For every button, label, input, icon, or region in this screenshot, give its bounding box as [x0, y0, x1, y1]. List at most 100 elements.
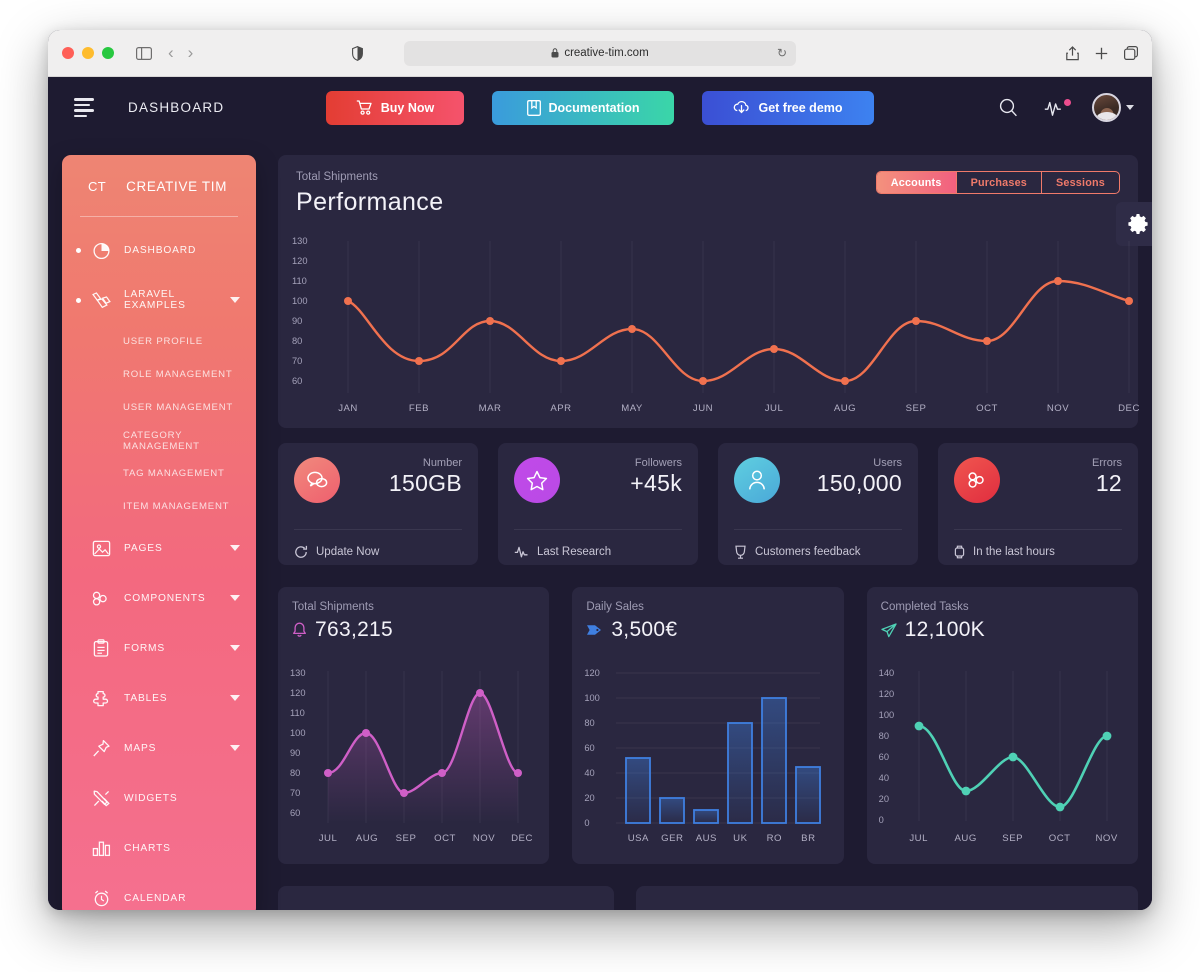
y-tick-label: 70 [290, 788, 301, 798]
bullet-placeholder [76, 596, 81, 601]
completed-tasks-chart: 140 120 100 80 60 40 20 0 JUL AUG SEP OC… [878, 665, 1126, 844]
sidebar-item-dashboard[interactable]: DASHBOARD [62, 225, 256, 275]
y-tick-label: 100 [878, 710, 895, 720]
cloud-download-icon [733, 100, 750, 115]
sidebar-item-label: FORMS [124, 642, 166, 654]
maximize-window-button[interactable] [102, 47, 114, 59]
y-tick-label: 70 [292, 356, 303, 366]
total-shipments-value: 763,215 [315, 618, 394, 641]
menu-toggle-icon[interactable] [74, 98, 96, 117]
stat-footer[interactable]: Update Now [294, 529, 462, 565]
tag-icon [586, 623, 603, 637]
avatar-menu[interactable] [1092, 93, 1134, 122]
sidebar-item-laravel-examples[interactable]: LARAVEL EXAMPLES [62, 275, 256, 325]
y-tick-label: 90 [290, 748, 301, 758]
search-icon[interactable] [999, 98, 1018, 117]
active-bullet [76, 297, 81, 303]
stat-footer[interactable]: In the last hours [954, 529, 1122, 565]
sidebar-item-label: COMPONENTS [124, 592, 206, 604]
sidebar-item-tables[interactable]: TABLES [62, 673, 256, 723]
y-tick-label: 130 [292, 236, 308, 246]
x-tick-label: SEP [905, 403, 927, 414]
y-tick-label: 60 [292, 376, 303, 386]
close-window-button[interactable] [62, 47, 74, 59]
book-icon [526, 99, 541, 116]
sidebar-item-maps[interactable]: MAPS [62, 723, 256, 773]
sidebar-toggle-icon[interactable] [136, 46, 153, 60]
privacy-shield-icon[interactable] [352, 45, 363, 61]
documentation-button[interactable]: Documentation [492, 90, 674, 125]
bar-chart-icon [90, 837, 112, 859]
pulse-icon[interactable] [1044, 98, 1071, 116]
minimize-window-button[interactable] [82, 47, 94, 59]
bullet-placeholder [76, 896, 81, 901]
stat-value: +45k [630, 470, 682, 496]
cart-icon [356, 100, 373, 115]
sidebar-item-charts[interactable]: CHARTS [62, 823, 256, 873]
refresh-icon [294, 545, 308, 559]
sidebar-subitem-label: ITEM MANAGEMENT [123, 501, 230, 512]
avatar [1092, 93, 1121, 122]
buy-now-label: Buy Now [380, 100, 435, 115]
stat-value: 12 [1095, 470, 1122, 496]
sidebar-subitem-role-management[interactable]: ROLE MANAGEMENT [62, 358, 256, 391]
lock-icon [551, 48, 559, 58]
sidebar-item-forms[interactable]: FORMS [62, 623, 256, 673]
stat-footer-label: Update Now [316, 546, 380, 558]
x-tick-label: SEP [395, 833, 417, 844]
completed-tasks-card: Completed Tasks 12,100K 140 120 100 80 6… [866, 587, 1138, 864]
tab-overview-icon[interactable] [1124, 46, 1138, 60]
forward-button[interactable]: › [188, 43, 194, 63]
window-controls[interactable] [62, 47, 114, 59]
sidebar-subitem-user-management[interactable]: USER MANAGEMENT [62, 391, 256, 424]
sidebar-subitem-tag-management[interactable]: TAG MANAGEMENT [62, 457, 256, 490]
sidebar-item-label: DASHBOARD [124, 244, 197, 256]
chevron-down-icon [230, 695, 240, 701]
buy-now-button[interactable]: Buy Now [326, 90, 464, 125]
sidebar-item-components[interactable]: COMPONENTS [62, 573, 256, 623]
sidebar: CT CREATIVE TIM DASHBOARD LARAVEL EXAMPL… [62, 155, 256, 910]
share-icon[interactable] [1066, 45, 1079, 61]
chevron-down-icon [230, 645, 240, 651]
stat-footer-label: Customers feedback [755, 546, 861, 558]
sidebar-logo-name: CREATIVE TIM [126, 179, 228, 194]
x-tick-label: USA [627, 833, 649, 844]
sidebar-subitem-user-profile[interactable]: USER PROFILE [62, 325, 256, 358]
stat-footer[interactable]: Last Research [514, 529, 682, 565]
tab-sessions[interactable]: Sessions [1042, 172, 1119, 193]
sidebar-item-widgets[interactable]: WIDGETS [62, 773, 256, 823]
image-icon [90, 537, 112, 559]
reload-icon[interactable]: ↻ [777, 46, 787, 60]
new-tab-icon[interactable] [1095, 47, 1108, 60]
x-tick-label: AUG [833, 403, 857, 414]
sidebar-item-calendar[interactable]: CALENDAR [62, 873, 256, 910]
performance-title: Performance [296, 188, 444, 216]
x-tick-label: OCT [1048, 833, 1071, 844]
tab-accounts[interactable]: Accounts [876, 172, 957, 193]
x-tick-label: MAR [478, 403, 502, 414]
sidebar-item-label: LARAVEL EXAMPLES [124, 289, 186, 311]
sidebar-logo[interactable]: CT CREATIVE TIM [62, 155, 256, 194]
chevron-down-icon [230, 595, 240, 601]
stat-footer[interactable]: Customers feedback [734, 529, 902, 565]
x-tick-label: GER [661, 833, 684, 844]
daily-sales-svg [616, 672, 822, 824]
star-icon [514, 457, 560, 503]
get-free-demo-button[interactable]: Get free demo [702, 90, 874, 125]
alarm-clock-icon [90, 887, 112, 909]
tab-purchases[interactable]: Purchases [957, 172, 1042, 193]
total-shipments-svg [324, 671, 522, 823]
x-tick-label: AUG [355, 833, 379, 844]
sidebar-item-pages[interactable]: PAGES [62, 523, 256, 573]
x-tick-label: JUL [764, 403, 784, 414]
sidebar-item-label: CALENDAR [124, 892, 187, 904]
page-title: DASHBOARD [128, 100, 225, 115]
sidebar-subitem-label: TAG MANAGEMENT [123, 468, 225, 479]
sidebar-subitem-category-management[interactable]: CATEGORY MANAGEMENT [62, 424, 256, 457]
back-button[interactable]: ‹ [168, 43, 174, 63]
address-bar[interactable]: creative-tim.com ↻ [404, 40, 796, 66]
tasks-card: TASKS(5) Today [278, 886, 614, 910]
sidebar-subitem-item-management[interactable]: ITEM MANAGEMENT [62, 490, 256, 523]
y-tick-label: 40 [584, 768, 595, 778]
daily-sales-card: Daily Sales 3,500€ 120 100 80 60 40 20 0… [572, 587, 844, 864]
